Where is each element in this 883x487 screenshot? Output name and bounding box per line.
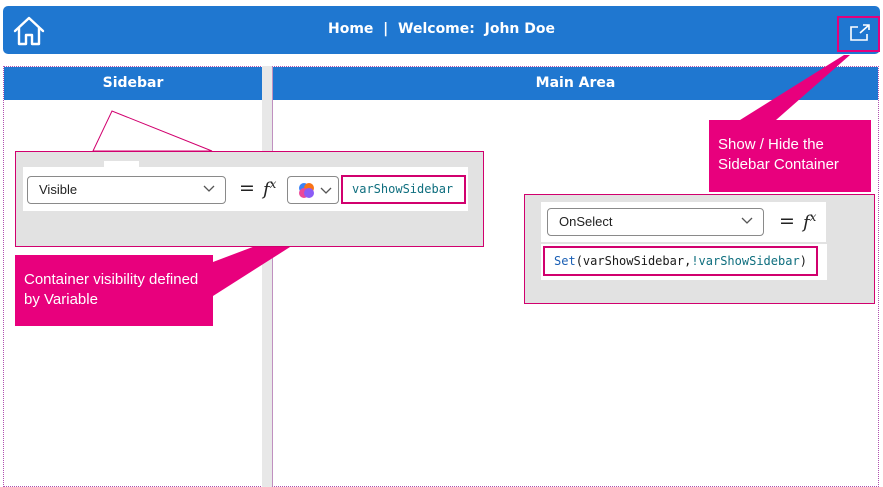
chevron-down-icon	[741, 217, 753, 224]
equals-sign: =	[779, 210, 795, 232]
onselect-formula-bar: OnSelect = fx	[541, 202, 826, 242]
copilot-icon	[299, 183, 314, 198]
formula-arg-1: varShowSidebar	[582, 254, 685, 268]
property-name: Visible	[39, 182, 78, 197]
onselect-formula-input[interactable]: Set(varShowSidebar,!varShowSidebar)	[543, 246, 818, 276]
sidebar-pointer	[92, 110, 213, 152]
property-dropdown[interactable]: OnSelect	[547, 208, 764, 236]
toggle-callout: Show / Hide the Sidebar Container	[709, 120, 871, 192]
onselect-formula-row: Set(varShowSidebar,!varShowSidebar)	[541, 244, 827, 280]
formula-function: Set	[554, 254, 576, 268]
formula-arg-2: !varShowSidebar	[691, 254, 800, 268]
fx-icon: fx	[263, 177, 277, 200]
property-name: OnSelect	[559, 214, 613, 229]
formula-paren-close: )	[799, 254, 807, 268]
visible-formula-bar: Visible = fx varShowSidebar	[23, 167, 468, 211]
visibility-callout: Container visibility defined by Variable	[15, 255, 213, 326]
chevron-down-icon	[203, 185, 215, 192]
formula-paren-open: (	[575, 254, 583, 268]
visible-formula-input[interactable]: varShowSidebar	[341, 175, 466, 204]
canvas: Home | Welcome: John Doe Sidebar Main Ar…	[0, 0, 883, 487]
toggle-pointer	[740, 55, 850, 120]
chevron-down-icon	[320, 187, 332, 194]
copilot-button[interactable]	[287, 176, 339, 204]
fx-icon: fx	[803, 210, 817, 233]
property-dropdown[interactable]: Visible	[27, 176, 226, 204]
equals-sign: =	[239, 177, 255, 199]
